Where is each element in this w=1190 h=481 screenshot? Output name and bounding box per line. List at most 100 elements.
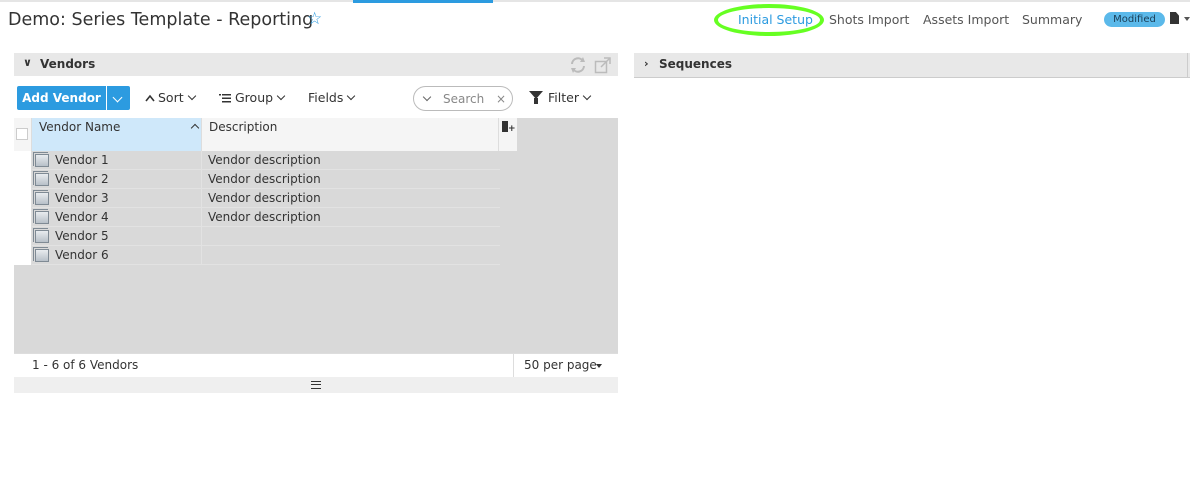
- vendor-entity-icon: [33, 171, 49, 186]
- vendor-name: Vendor 1: [55, 153, 109, 167]
- description-cell[interactable]: Vendor description: [202, 189, 500, 208]
- add-vendor-menu-button[interactable]: [107, 86, 130, 110]
- table-row[interactable]: Vendor 2 Vendor description: [14, 170, 500, 189]
- vendors-panel-header[interactable]: ∨ Vendors: [14, 53, 618, 76]
- filter-icon-stem: [534, 98, 538, 104]
- per-page-select[interactable]: 50 per page: [513, 354, 618, 378]
- vendor-entity-icon: [33, 190, 49, 205]
- search-scope-chevron-icon[interactable]: [422, 92, 432, 102]
- table-row[interactable]: Vendor 4 Vendor description: [14, 208, 500, 227]
- select-all-checkbox[interactable]: [16, 128, 28, 140]
- per-page-label: 50 per page: [524, 358, 597, 372]
- vendor-entity-icon: [33, 247, 49, 262]
- group-icon: [219, 94, 231, 103]
- sequences-panel-title: Sequences: [659, 57, 732, 71]
- search-input[interactable]: [443, 91, 495, 107]
- sort-icon: [145, 94, 155, 102]
- column-label: Description: [209, 120, 278, 134]
- grid-footer: 1 - 6 of 6 Vendors 50 per page: [14, 353, 618, 378]
- plus-icon: +: [508, 124, 516, 134]
- nav-assets-import[interactable]: Assets Import: [923, 12, 1009, 28]
- popout-icon[interactable]: [594, 56, 612, 74]
- row-select-cell[interactable]: [14, 189, 32, 208]
- vendor-description: Vendor description: [208, 191, 321, 205]
- chevron-down-icon[interactable]: [1184, 17, 1190, 21]
- vendor-name: Vendor 2: [55, 172, 109, 186]
- vendor-description: Vendor description: [208, 153, 321, 167]
- group-label: Group: [235, 90, 274, 105]
- description-cell[interactable]: Vendor description: [202, 170, 500, 189]
- vendor-name: Vendor 3: [55, 191, 109, 205]
- column-header-description[interactable]: Description: [202, 118, 499, 151]
- sequences-panel-header[interactable]: › Sequences: [634, 53, 1190, 78]
- collapse-chevron-icon[interactable]: ∨: [23, 56, 32, 69]
- panel-divider: [1187, 53, 1188, 78]
- vendor-name-cell[interactable]: Vendor 3: [32, 189, 202, 208]
- row-select-cell[interactable]: [14, 227, 32, 246]
- vendor-description: Vendor description: [208, 210, 321, 224]
- grip-icon: [311, 381, 321, 389]
- sort-label: Sort: [158, 90, 184, 105]
- record-count: 1 - 6 of 6 Vendors: [32, 358, 139, 372]
- vendor-name-cell[interactable]: Vendor 6: [32, 246, 202, 265]
- vendor-name-cell[interactable]: Vendor 2: [32, 170, 202, 189]
- row-select-cell[interactable]: [14, 151, 32, 170]
- vendor-name-cell[interactable]: Vendor 4: [32, 208, 202, 227]
- status-badge[interactable]: Modified: [1104, 12, 1165, 27]
- refresh-icon[interactable]: [569, 56, 587, 74]
- vendor-entity-icon: [33, 209, 49, 224]
- vendor-name-cell[interactable]: Vendor 5: [32, 227, 202, 246]
- description-cell[interactable]: Vendor description: [202, 208, 500, 227]
- favorite-star-icon[interactable]: ☆: [307, 10, 325, 28]
- panel-resize-handle[interactable]: [14, 377, 618, 393]
- vendor-entity-icon: [33, 152, 49, 167]
- document-icon[interactable]: [1170, 12, 1179, 24]
- vendor-name: Vendor 4: [55, 210, 109, 224]
- vendors-panel-title: Vendors: [40, 57, 96, 71]
- row-select-cell[interactable]: [14, 208, 32, 227]
- active-page-indicator: [353, 0, 493, 3]
- clear-search-icon[interactable]: ×: [496, 91, 506, 107]
- highlight-ring-annotation: [714, 4, 824, 36]
- column-header-row: Vendor Name Description +: [14, 118, 517, 151]
- table-row[interactable]: Vendor 6: [14, 246, 500, 265]
- expand-chevron-icon[interactable]: ›: [644, 57, 649, 70]
- table-row[interactable]: Vendor 5: [14, 227, 500, 246]
- sort-ascending-icon: [190, 123, 200, 133]
- filter-button[interactable]: Filter: [548, 90, 592, 106]
- nav-summary[interactable]: Summary: [1022, 12, 1082, 28]
- nav-shots-import[interactable]: Shots Import: [829, 12, 909, 28]
- caret-down-icon: [596, 364, 602, 368]
- table-row[interactable]: Vendor 1 Vendor description: [14, 151, 500, 170]
- chevron-down-icon: [187, 91, 196, 101]
- sort-button[interactable]: Sort: [145, 90, 196, 106]
- column-header-vendor-name[interactable]: Vendor Name: [32, 118, 202, 151]
- chevron-down-icon: [112, 92, 123, 103]
- fields-button[interactable]: Fields: [308, 90, 356, 106]
- vendor-entity-icon: [33, 228, 49, 243]
- vendor-name: Vendor 5: [55, 229, 109, 243]
- vendor-description: Vendor description: [208, 172, 321, 186]
- group-button[interactable]: Group: [219, 90, 286, 106]
- chevron-down-icon: [347, 91, 356, 101]
- description-cell[interactable]: Vendor description: [202, 151, 500, 170]
- chevron-down-icon: [276, 91, 286, 101]
- vendor-name: Vendor 6: [55, 248, 109, 262]
- vendors-panel: ∨ Vendors Add Vendor Sort Group Fields S…: [14, 53, 618, 393]
- search-box[interactable]: ×: [413, 86, 513, 111]
- select-all-cell: [14, 118, 32, 151]
- filter-label: Filter: [548, 90, 579, 105]
- table-row[interactable]: Vendor 3 Vendor description: [14, 189, 500, 208]
- page-title: Demo: Series Template - Reporting: [8, 10, 314, 30]
- description-cell[interactable]: [202, 227, 500, 246]
- row-select-cell[interactable]: [14, 246, 32, 265]
- vendor-name-cell[interactable]: Vendor 1: [32, 151, 202, 170]
- top-strip: [0, 0, 1190, 2]
- table-rows: Vendor 1 Vendor description Vendor 2 Ven…: [14, 151, 500, 265]
- fields-label: Fields: [308, 90, 344, 105]
- add-vendor-button[interactable]: Add Vendor: [17, 86, 106, 110]
- row-select-cell[interactable]: [14, 170, 32, 189]
- add-column-button[interactable]: +: [499, 118, 517, 151]
- vendors-grid: Vendor Name Description + Vendor 1 Vendo…: [14, 118, 618, 353]
- description-cell[interactable]: [202, 246, 500, 265]
